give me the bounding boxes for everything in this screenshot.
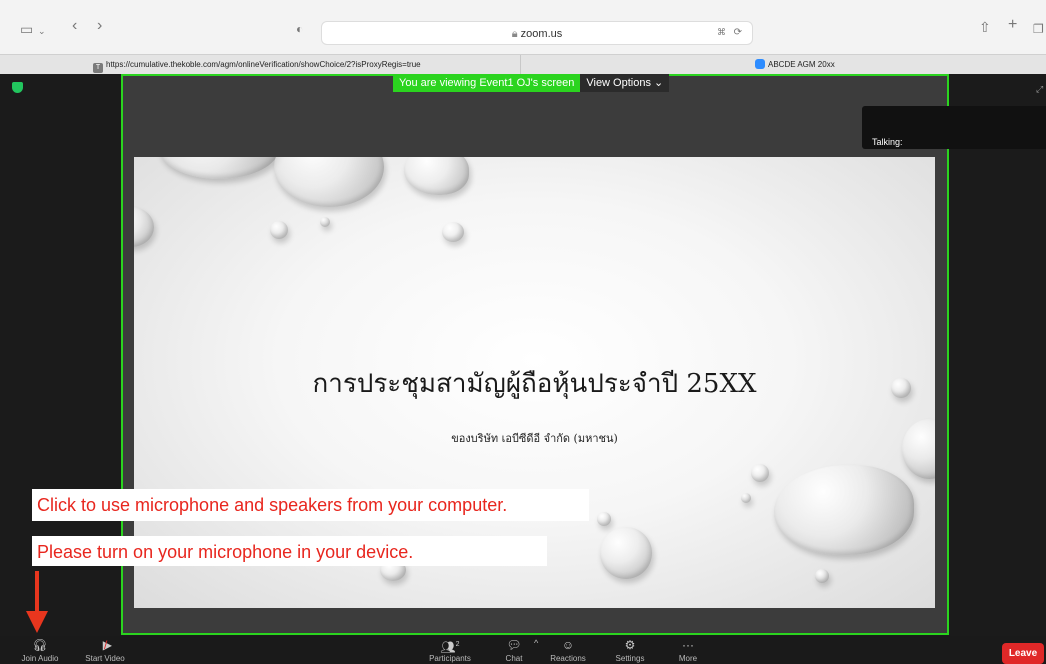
leave-button[interactable]: Leave [1002,643,1044,664]
tab-zoom[interactable]: ABCDE AGM 20xx [755,55,835,75]
address-text: zoom.us [520,28,563,40]
address-bar[interactable]: 🔒︎ zoom.us ⟳ ⌘ [321,21,753,45]
screen-share-banner: You are viewing Event1 OJ's screen View … [393,74,670,92]
join-audio-button[interactable]: 🎧︎ Join Audio [10,636,70,664]
lock-icon: 🔒︎ [511,28,521,40]
more-icon: ··· [682,638,694,652]
water-drop [270,221,288,239]
talking-label: Talking: [872,137,903,147]
reactions-icon: ☺︎ [561,638,575,652]
water-drop [751,464,769,482]
water-drop [159,157,279,179]
water-drop [320,217,330,227]
start-video-button[interactable]: ▶︎/ Start Video [75,636,135,664]
down-arrow-icon [26,571,48,633]
participants-icon: 👥︎2 [440,640,460,654]
new-tab-icon[interactable]: + [1008,17,1017,33]
headphones-icon: 🎧︎ [32,638,48,652]
tab-label: ABCDE AGM 20xx [768,60,835,69]
water-drop [404,157,469,195]
water-drop [815,569,829,583]
tab-label: https://cumulative.thekoble.com/agm/onli… [106,60,421,69]
water-drop [600,527,652,579]
sidebar-icon[interactable]: ▭ [20,22,33,36]
settings-button[interactable]: ⚙︎ Settings [600,636,660,664]
participants-label: Participants [429,654,471,663]
security-shield-icon[interactable] [12,82,23,93]
browser-toolbar: ▭ ⌄ ‹ › ◐ 🔒︎ zoom.us ⟳ ⌘ ⇧ + ❐ [0,0,1046,54]
translate-icon[interactable]: ⌘ [717,27,726,38]
water-drop [442,222,464,242]
tab-cumulative[interactable]: Thttps://cumulative.thekoble.com/agm/onl… [93,55,421,75]
slide-subtitle: ของบริษัท เอบีซีดีอี จำกัด (มหาชน) [451,432,618,445]
more-button[interactable]: ··· More [658,636,718,664]
more-label: More [678,654,698,663]
instruction-turn-on-microphone: Please turn on your microphone in your d… [32,536,547,566]
view-options-label: View Options [586,77,651,89]
reactions-button[interactable]: ☺︎ Reactions [538,636,598,664]
water-drop [134,207,154,247]
water-drop [274,157,384,207]
screen: ▭ ⌄ ‹ › ◐ 🔒︎ zoom.us ⟳ ⌘ ⇧ + ❐ Thttps://… [0,0,1046,664]
share-icon[interactable]: ⇧ [979,20,991,34]
gear-icon: ⚙︎ [624,638,636,652]
zoom-icon [755,59,765,69]
tab-favicon: T [93,63,103,73]
join-audio-label: Join Audio [21,654,59,663]
water-drop [741,493,751,503]
reactions-label: Reactions [550,654,586,663]
slide-title: การประชุมสามัญผู้ถือหุ้นประจำปี 25XX [312,369,757,399]
water-drop [597,512,611,526]
instruction-microphone-speakers: Click to use microphone and speakers fro… [32,489,589,521]
forward-icon[interactable]: › [97,18,102,34]
water-drop [774,465,914,555]
privacy-shield-icon[interactable]: ◐ [296,22,303,36]
chat-label: Chat [505,654,523,663]
chevron-down-icon[interactable]: ⌄ [38,24,46,38]
participants-button[interactable]: 👥︎2 Participants [420,636,480,664]
view-options-button[interactable]: View Options ⌄ [580,74,670,92]
tab-divider [520,55,521,75]
tab-bar: Thttps://cumulative.thekoble.com/agm/onl… [0,54,1046,75]
water-drop [902,419,935,479]
start-video-label: Start Video [85,654,125,663]
back-icon[interactable]: ‹ [72,18,77,34]
chevron-down-icon: ⌄ [654,77,664,89]
expand-icon[interactable]: ⤢ [1036,84,1043,95]
tab-overview-icon[interactable]: ❐ [1033,22,1044,36]
viewing-label: You are viewing Event1 OJ's screen [393,74,581,92]
settings-label: Settings [615,654,645,663]
participants-count: 2 [455,641,460,648]
video-off-icon: ▶︎/ [102,638,112,652]
talking-panel: Talking: [862,106,1046,149]
reload-icon[interactable]: ⟳ [734,27,742,38]
